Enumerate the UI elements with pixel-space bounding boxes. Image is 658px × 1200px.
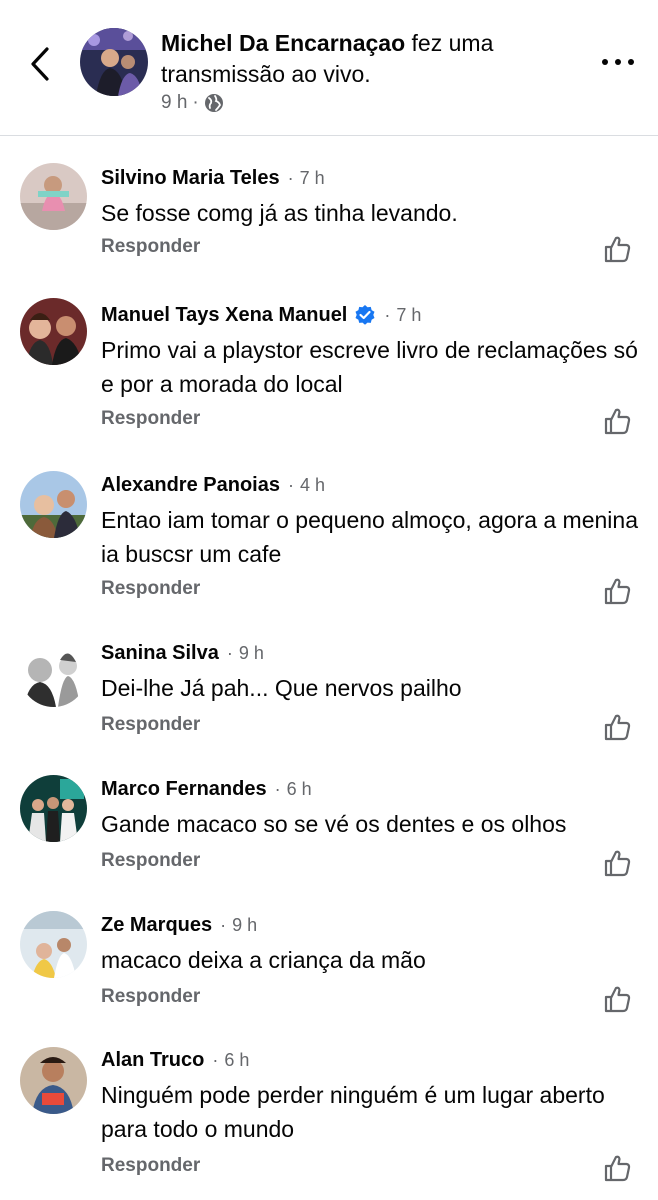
meta-separator: ·	[274, 778, 281, 799]
comment-text: Primo vai a playstor escreve livro de re…	[101, 337, 638, 397]
commenter-name[interactable]: Ze Marques	[101, 914, 212, 937]
more-dot-icon	[615, 59, 621, 65]
meta-separator: ·	[384, 304, 391, 325]
comment-header: Manuel Tays Xena Manuel · 7 h	[101, 300, 421, 330]
comment-header: Silvino Maria Teles · 7 h	[101, 163, 325, 193]
comment-text: Se fosse comg já as tinha levando.	[101, 200, 458, 226]
reply-button[interactable]: Responder	[101, 408, 200, 430]
commenter-avatar[interactable]	[20, 1047, 87, 1114]
commenter-avatar[interactable]	[20, 471, 87, 538]
like-thumb-icon[interactable]	[602, 848, 632, 878]
comment-header: Sanina Silva · 9 h	[101, 638, 264, 668]
commenter-avatar[interactable]	[20, 163, 87, 230]
post-title: Michel Da Encarnaçao fez uma transmissão…	[161, 28, 561, 90]
reply-button[interactable]: Responder	[101, 578, 200, 600]
meta-separator: ·	[220, 914, 227, 935]
like-thumb-icon[interactable]	[602, 406, 632, 436]
verified-badge-icon	[354, 304, 376, 326]
like-thumb-icon[interactable]	[602, 576, 632, 606]
meta-separator: ·	[226, 642, 233, 663]
reply-button[interactable]: Responder	[101, 986, 200, 1008]
reply-button[interactable]: Responder	[101, 1155, 200, 1177]
reply-button[interactable]: Responder	[101, 850, 200, 872]
author-avatar[interactable]	[80, 28, 148, 96]
comment-text: Entao iam tomar o pequeno almoço, agora …	[101, 507, 638, 567]
like-thumb-icon[interactable]	[602, 234, 632, 264]
chevron-left-icon	[31, 47, 49, 81]
commenter-avatar[interactable]	[20, 298, 87, 365]
commenter-name[interactable]: Manuel Tays Xena Manuel	[101, 304, 347, 327]
commenter-avatar[interactable]	[20, 640, 87, 707]
comment-text: Ninguém pode perder ninguém é um lugar a…	[101, 1082, 605, 1142]
comment-header: Ze Marques · 9 h	[101, 910, 257, 940]
comment-time[interactable]: 6 h	[224, 1050, 249, 1071]
meta-separator: ·	[287, 167, 294, 188]
back-button[interactable]	[22, 42, 58, 86]
reply-button[interactable]: Responder	[101, 236, 200, 258]
globe-icon	[204, 94, 223, 112]
commenter-name[interactable]: Alexandre Panoias	[101, 474, 280, 497]
more-dot-icon	[602, 59, 608, 65]
post-header: Michel Da Encarnaçao fez uma transmissão…	[0, 0, 658, 136]
comment-header: Alan Truco · 6 h	[101, 1045, 249, 1075]
comment-time[interactable]: 6 h	[287, 779, 312, 800]
like-thumb-icon[interactable]	[602, 984, 632, 1014]
reply-button[interactable]: Responder	[101, 714, 200, 736]
comment-time[interactable]: 9 h	[232, 915, 257, 936]
comment-header: Alexandre Panoias · 4 h	[101, 470, 325, 500]
commenter-name[interactable]: Marco Fernandes	[101, 778, 267, 801]
comment-text: macaco deixa a criança da mão	[101, 947, 426, 973]
like-thumb-icon[interactable]	[602, 712, 632, 742]
comment-time[interactable]: 7 h	[396, 305, 421, 326]
more-options-button[interactable]	[596, 50, 640, 74]
commenter-name[interactable]: Alan Truco	[101, 1049, 204, 1072]
commenter-name[interactable]: Sanina Silva	[101, 642, 219, 665]
post-time[interactable]: 9 h	[161, 92, 187, 114]
more-dot-icon	[628, 59, 634, 65]
comment-time[interactable]: 7 h	[300, 168, 325, 189]
post-author-name[interactable]: Michel Da Encarnaçao	[161, 30, 405, 56]
comment-header: Marco Fernandes · 6 h	[101, 774, 312, 804]
comment-text: Gande macaco so se vé os dentes e os olh…	[101, 811, 567, 837]
commenter-avatar[interactable]	[20, 911, 87, 978]
comment-text: Dei-lhe Já pah... Que nervos pailho	[101, 675, 462, 701]
comment-time[interactable]: 9 h	[239, 643, 264, 664]
meta-separator: ·	[287, 474, 294, 495]
meta-separator: ·	[192, 92, 199, 113]
commenter-name[interactable]: Silvino Maria Teles	[101, 167, 280, 190]
like-thumb-icon[interactable]	[602, 1153, 632, 1183]
meta-separator: ·	[212, 1049, 219, 1070]
comment-time[interactable]: 4 h	[300, 475, 325, 496]
commenter-avatar[interactable]	[20, 775, 87, 842]
post-meta: 9 h ·	[161, 92, 224, 114]
